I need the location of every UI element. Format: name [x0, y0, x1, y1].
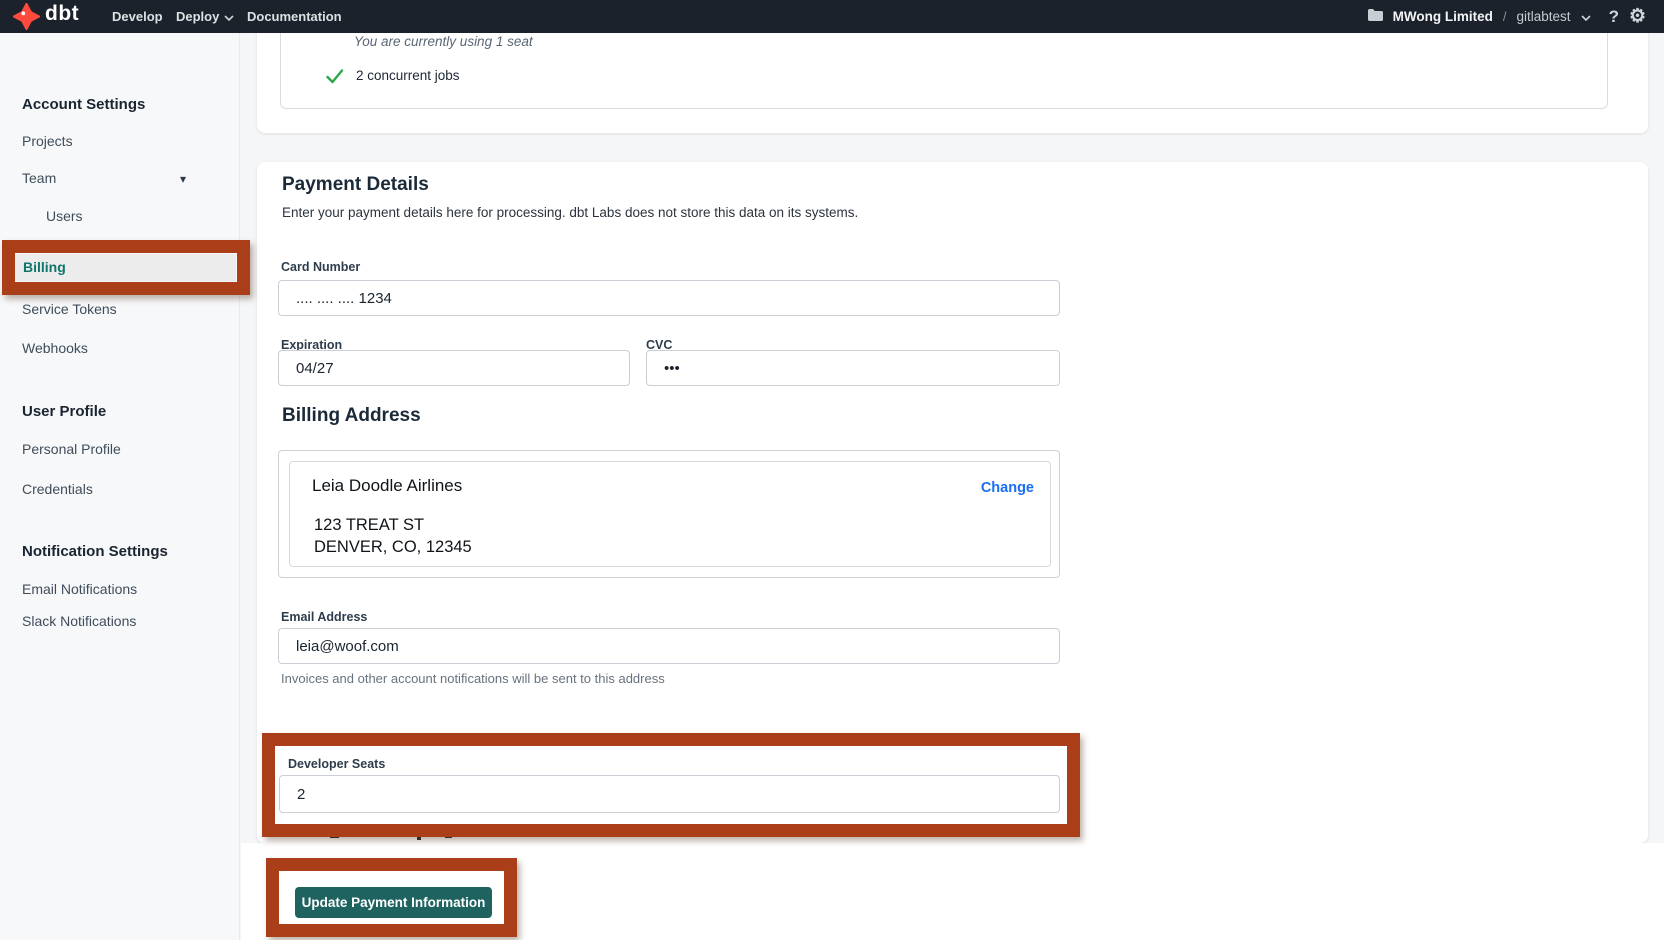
project-selector[interactable]: gitlabtest [1517, 9, 1571, 24]
section-heading-account-settings: Account Settings [22, 96, 145, 113]
address-line-2: DENVER, CO, 12345 [314, 538, 472, 557]
account-name[interactable]: MWong Limited [1393, 9, 1493, 24]
app-window: You are currently using 1 seat 2 concurr… [0, 0, 1664, 940]
card-number-label: Card Number [281, 260, 360, 274]
help-icon[interactable]: ? [1609, 8, 1619, 25]
gear-icon[interactable]: ⚙ [1629, 7, 1646, 26]
seat-usage-note: You are currently using 1 seat [354, 34, 533, 49]
sidebar-item-email-notifications[interactable]: Email Notifications [22, 581, 137, 597]
email-address-label: Email Address [281, 610, 367, 624]
address-line-1: 123 TREAT ST [314, 516, 424, 535]
check-icon [326, 69, 344, 89]
nav-item-documentation[interactable]: Documentation [247, 9, 342, 24]
annotation-box-update-button [266, 858, 517, 937]
sidebar-item-users[interactable]: Users [46, 208, 83, 224]
section-heading-user-profile: User Profile [22, 403, 106, 420]
top-navbar: dbt Develop Deploy Documentation MWong L… [0, 0, 1664, 33]
email-address-input[interactable] [278, 628, 1060, 664]
sidebar-item-credentials[interactable]: Credentials [22, 481, 93, 497]
expiration-input[interactable] [278, 350, 630, 386]
nav-item-deploy[interactable]: Deploy [176, 9, 234, 24]
annotation-box-developer-seats [262, 733, 1080, 837]
annotation-box-billing [2, 240, 250, 295]
billing-address-box: Leia Doodle Airlines Change 123 TREAT ST… [289, 461, 1051, 567]
billing-address-title: Billing Address [282, 405, 421, 427]
sidebar-item-webhooks[interactable]: Webhooks [22, 340, 88, 356]
dbt-logo-text[interactable]: dbt [45, 2, 79, 26]
change-address-link[interactable]: Change [981, 480, 1034, 496]
payment-details-title: Payment Details [282, 174, 429, 196]
dbt-logo-icon[interactable] [13, 3, 40, 30]
sidebar-item-service-tokens[interactable]: Service Tokens [22, 301, 117, 317]
address-name: Leia Doodle Airlines [312, 476, 462, 496]
sidebar-item-projects[interactable]: Projects [22, 133, 73, 149]
chevron-down-icon[interactable] [1581, 8, 1591, 26]
email-helper-text: Invoices and other account notifications… [281, 671, 665, 686]
cvc-input[interactable] [646, 350, 1060, 386]
sidebar-item-team[interactable]: Team [22, 170, 56, 186]
sidebar-item-personal-profile[interactable]: Personal Profile [22, 441, 121, 457]
billing-address-panel: Leia Doodle Airlines Change 123 TREAT ST… [278, 450, 1060, 578]
navbar-right-cluster: MWong Limited / gitlabtest ? ⚙ [1368, 0, 1646, 33]
card-number-input[interactable] [278, 280, 1060, 316]
section-heading-notification-settings: Notification Settings [22, 543, 168, 560]
sidebar-item-slack-notifications[interactable]: Slack Notifications [22, 613, 136, 629]
folder-icon [1368, 8, 1383, 26]
settings-sidebar: Account Settings Projects Team ▾ Users B… [0, 33, 240, 940]
breadcrumb-separator: / [1503, 9, 1507, 24]
payment-details-description: Enter your payment details here for proc… [282, 205, 858, 220]
chevron-down-icon[interactable]: ▾ [180, 172, 186, 186]
concurrent-jobs-text: 2 concurrent jobs [356, 68, 460, 83]
nav-item-develop[interactable]: Develop [112, 9, 163, 24]
chevron-down-icon [224, 9, 234, 24]
